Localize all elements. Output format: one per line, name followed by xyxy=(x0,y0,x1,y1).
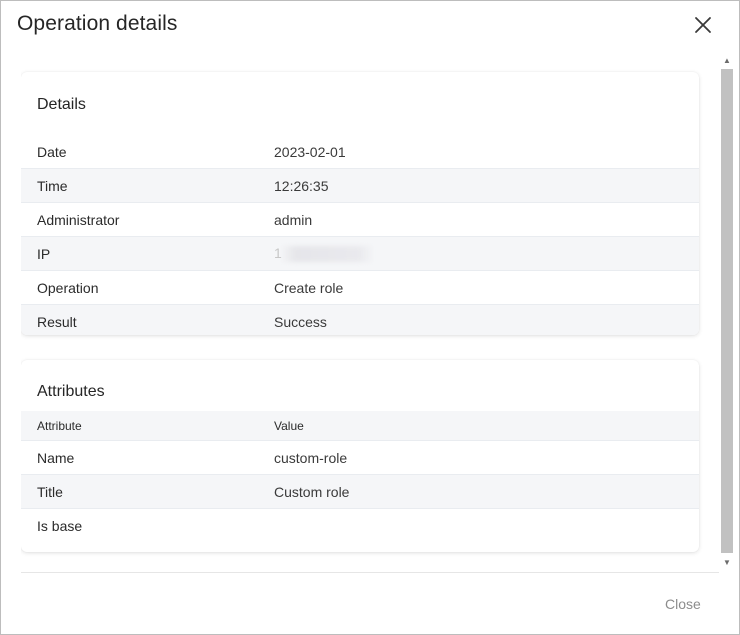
table-header-row: Attribute Value xyxy=(21,411,699,440)
scroll-up-arrow-icon[interactable]: ▲ xyxy=(723,57,731,65)
details-table: Date 2023-02-01 Time 12:26:35 Administra… xyxy=(21,135,699,335)
row-value: custom-role xyxy=(274,449,348,466)
table-row: Is base xyxy=(21,508,699,542)
table-row: Result Success xyxy=(21,304,699,335)
details-card: Details Date 2023-02-01 Time 12:26:35 Ad… xyxy=(21,72,699,335)
dialog-content: Details Date 2023-02-01 Time 12:26:35 Ad… xyxy=(21,53,719,573)
ip-visible-text: 1 xyxy=(274,244,282,261)
row-value: admin xyxy=(274,211,313,228)
ip-value: 1 xyxy=(274,244,372,263)
row-value: 2023-02-01 xyxy=(274,143,346,160)
row-label: Is base xyxy=(37,517,83,534)
table-row: Title Custom role xyxy=(21,474,699,508)
vertical-scrollbar[interactable]: ▲ ▼ xyxy=(720,53,734,571)
details-title: Details xyxy=(37,96,86,113)
row-label: Administrator xyxy=(37,211,120,228)
table-row: Name custom-role xyxy=(21,440,699,474)
table-row: Date 2023-02-01 xyxy=(21,135,699,168)
column-header-value: Value xyxy=(274,418,304,433)
row-label: IP xyxy=(37,245,51,262)
row-value: Create role xyxy=(274,279,344,296)
close-icon[interactable] xyxy=(691,13,715,37)
row-value: Success xyxy=(274,313,327,330)
row-label: Name xyxy=(37,449,75,466)
table-row: Administrator admin xyxy=(21,202,699,236)
row-label: Title xyxy=(37,483,63,500)
attributes-card: Attributes Attribute Value Name custom-r… xyxy=(21,360,699,552)
row-label: Date xyxy=(37,143,67,160)
table-row: IP 1 xyxy=(21,236,699,270)
table-row: Operation Create role xyxy=(21,270,699,304)
redacted-ip-blur xyxy=(281,246,372,263)
scrollbar-thumb[interactable] xyxy=(721,69,733,553)
attributes-table: Attribute Value Name custom-role Title C… xyxy=(21,411,699,542)
row-label: Operation xyxy=(37,279,99,296)
row-value: Custom role xyxy=(274,483,350,500)
close-button[interactable]: Close xyxy=(665,596,701,612)
table-row: Time 12:26:35 xyxy=(21,168,699,202)
dialog-title: Operation details xyxy=(17,12,178,35)
row-label: Result xyxy=(37,313,77,330)
attributes-title: Attributes xyxy=(37,383,105,400)
operation-details-dialog: Operation details Details Date 2023-02-0… xyxy=(0,0,740,635)
row-value: 12:26:35 xyxy=(274,177,329,194)
column-header-attribute: Attribute xyxy=(37,418,82,433)
scroll-down-arrow-icon[interactable]: ▼ xyxy=(723,559,731,567)
row-label: Time xyxy=(37,177,68,194)
footer-divider xyxy=(21,572,719,573)
